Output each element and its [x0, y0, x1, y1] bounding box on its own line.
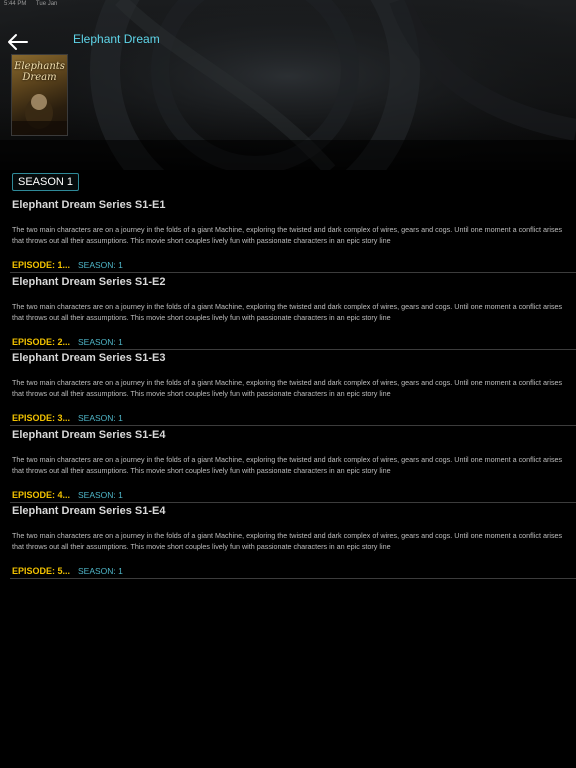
episode-season: SEASON: 1	[78, 413, 123, 423]
episode-season: SEASON: 1	[78, 260, 123, 270]
episode-number: EPISODE: 1...	[12, 260, 71, 270]
episode-number: EPISODE: 4...	[12, 489, 71, 500]
episode-meta: EPISODE: 1... SEASON: 1	[12, 260, 123, 270]
episode-title: Elephant Dream Series S1-E3	[12, 352, 166, 364]
poster-title: Elephants Dream	[12, 61, 67, 83]
episode-title: Elephant Dream Series S1-E4	[12, 505, 166, 517]
episode-number: EPISODE: 2...	[12, 336, 71, 347]
episode-description: The two main characters are on a journey…	[12, 454, 563, 475]
poster-image: Elephants Dream	[11, 54, 68, 136]
back-button[interactable]	[4, 30, 30, 54]
hero-backdrop	[0, 0, 576, 170]
page-title: Elephant Dream	[73, 32, 160, 46]
episode-description: The two main characters are on a journey…	[12, 378, 563, 398]
episode-number: EPISODE: 3...	[12, 413, 71, 423]
poster-title-line: Elephants	[14, 61, 65, 72]
episode-list: Elephant Dream Series S1-E1 The two main…	[0, 196, 576, 579]
episode-meta: EPISODE: 4... SEASON: 1	[12, 490, 123, 500]
status-date: Tue Jan	[35, 1, 58, 7]
episode-row[interactable]: Elephant Dream Series S1-E1 The two main…	[0, 196, 576, 273]
tab-season-1[interactable]: SEASON 1	[12, 173, 80, 191]
episode-title: Elephant Dream Series S1-E1	[12, 199, 166, 211]
status-bar: 5:44 PM Tue Jan	[4, 1, 65, 7]
episode-description: The two main characters are on a journey…	[12, 225, 563, 245]
episode-row[interactable]: Elephant Dream Series S1-E4 The two main…	[0, 426, 576, 503]
episode-description: The two main characters are on a journey…	[12, 531, 563, 551]
episode-meta: EPISODE: 5... SEASON: 1	[12, 566, 123, 576]
episode-number: EPISODE: 5...	[12, 566, 71, 576]
episode-season: SEASON: 1	[78, 489, 123, 500]
episode-row[interactable]: Elephant Dream Series S1-E3 The two main…	[0, 349, 576, 426]
episode-season: SEASON: 1	[78, 336, 123, 347]
episode-description: The two main characters are on a journey…	[12, 301, 563, 322]
backdrop-art	[0, 0, 576, 170]
arrow-left-icon	[8, 34, 28, 50]
episode-meta: EPISODE: 2... SEASON: 1	[12, 337, 123, 347]
episode-meta: EPISODE: 3... SEASON: 1	[12, 413, 123, 423]
episode-title: Elephant Dream Series S1-E2	[12, 275, 166, 288]
status-time: 5:44 PM	[4, 1, 27, 7]
episode-list-screen: 5:44 PM Tue Jan Elephant Dream Elephants…	[0, 0, 576, 768]
episode-row[interactable]: Elephant Dream Series S1-E2 The two main…	[0, 273, 576, 350]
divider	[10, 578, 576, 579]
episode-title: Elephant Dream Series S1-E4	[12, 428, 166, 441]
poster-title-line: Dream	[22, 72, 57, 83]
episode-row[interactable]: Elephant Dream Series S1-E4 The two main…	[0, 502, 576, 579]
episode-season: SEASON: 1	[78, 566, 123, 576]
